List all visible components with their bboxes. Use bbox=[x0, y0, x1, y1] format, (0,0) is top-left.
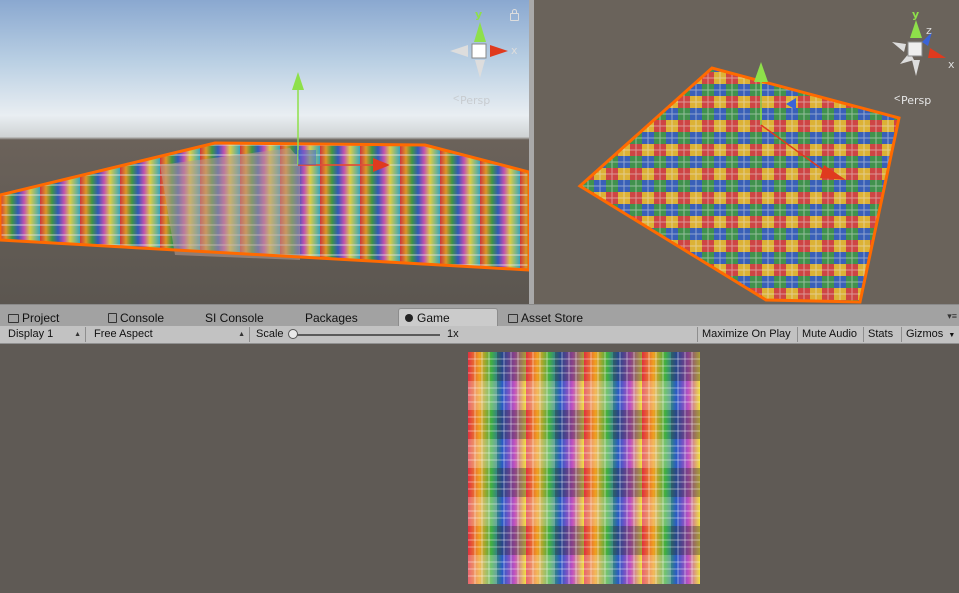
tab-label: Project bbox=[22, 311, 60, 325]
game-toolbar: Display 1 ▲ Free Aspect ▲ Scale 1x Maxim… bbox=[0, 326, 959, 344]
dropdown-arrows-icon: ▲ bbox=[238, 331, 245, 338]
stats-button[interactable]: Stats bbox=[863, 327, 901, 342]
dropdown-arrows-icon: ▲ bbox=[74, 331, 81, 338]
tab-label: Asset Store bbox=[521, 311, 584, 325]
projection-label[interactable]: Persp bbox=[460, 94, 490, 107]
tab-label: SI Console bbox=[205, 311, 264, 325]
scene-view-left[interactable]: y x Persp < bbox=[0, 0, 529, 304]
tab-asset-store[interactable]: Asset Store bbox=[502, 309, 589, 327]
tab-si-console[interactable]: SI Console bbox=[199, 309, 270, 327]
gizmo-x-label: x bbox=[948, 58, 955, 71]
game-render-output bbox=[468, 352, 700, 584]
mute-audio-button[interactable]: Mute Audio bbox=[797, 327, 863, 342]
tab-project[interactable]: Project bbox=[2, 309, 65, 327]
scene-view-right[interactable]: y z x Persp < bbox=[534, 0, 959, 304]
tab-label: Console bbox=[120, 311, 165, 325]
tab-console[interactable]: Console bbox=[102, 309, 170, 327]
tab-packages[interactable]: Packages bbox=[299, 309, 364, 327]
scale-label: Scale bbox=[256, 328, 284, 340]
gizmos-label: Gizmos bbox=[906, 328, 944, 340]
game-icon bbox=[405, 314, 413, 322]
orientation-gizmo-icon[interactable] bbox=[448, 14, 518, 84]
orientation-gizmo-icon[interactable] bbox=[886, 14, 956, 84]
lock-icon[interactable] bbox=[510, 9, 519, 21]
aspect-dropdown[interactable]: Free Aspect ▲ bbox=[90, 327, 250, 342]
maximize-on-play-button[interactable]: Maximize On Play bbox=[697, 327, 797, 342]
scale-slider-track[interactable] bbox=[292, 334, 440, 336]
panel-tab-bar: Project Console SI Console Packages Game… bbox=[0, 304, 959, 327]
store-icon bbox=[508, 314, 518, 323]
aspect-value: Free Aspect bbox=[94, 328, 153, 340]
projection-label[interactable]: Persp bbox=[901, 94, 931, 107]
scene-gizmo[interactable]: y z x bbox=[886, 8, 956, 84]
console-icon bbox=[108, 313, 117, 323]
persp-arrow-icon: < bbox=[453, 93, 460, 105]
tab-label: Packages bbox=[305, 311, 358, 325]
tab-label: Game bbox=[417, 311, 450, 325]
persp-arrow-icon: < bbox=[894, 93, 901, 105]
panel-menu-icon[interactable]: ▾≡ bbox=[947, 311, 957, 322]
display-dropdown[interactable]: Display 1 ▲ bbox=[4, 327, 86, 342]
gizmo-x-label: x bbox=[511, 44, 518, 57]
display-value: Display 1 bbox=[8, 328, 54, 340]
dropdown-arrow-icon: ▼ bbox=[948, 332, 956, 339]
game-render-canvas bbox=[468, 352, 700, 584]
scene-gizmo[interactable]: y x bbox=[448, 8, 518, 84]
tab-game[interactable]: Game bbox=[398, 308, 498, 327]
gizmo-y-label: y bbox=[912, 8, 920, 21]
folder-icon bbox=[8, 314, 19, 323]
gizmo-z-label: z bbox=[926, 24, 932, 37]
gizmo-y-label: y bbox=[475, 8, 483, 21]
scale-slider-thumb[interactable] bbox=[288, 329, 298, 339]
scale-value: 1x bbox=[447, 328, 459, 340]
gizmos-dropdown[interactable]: Gizmos ▼ bbox=[901, 327, 959, 342]
